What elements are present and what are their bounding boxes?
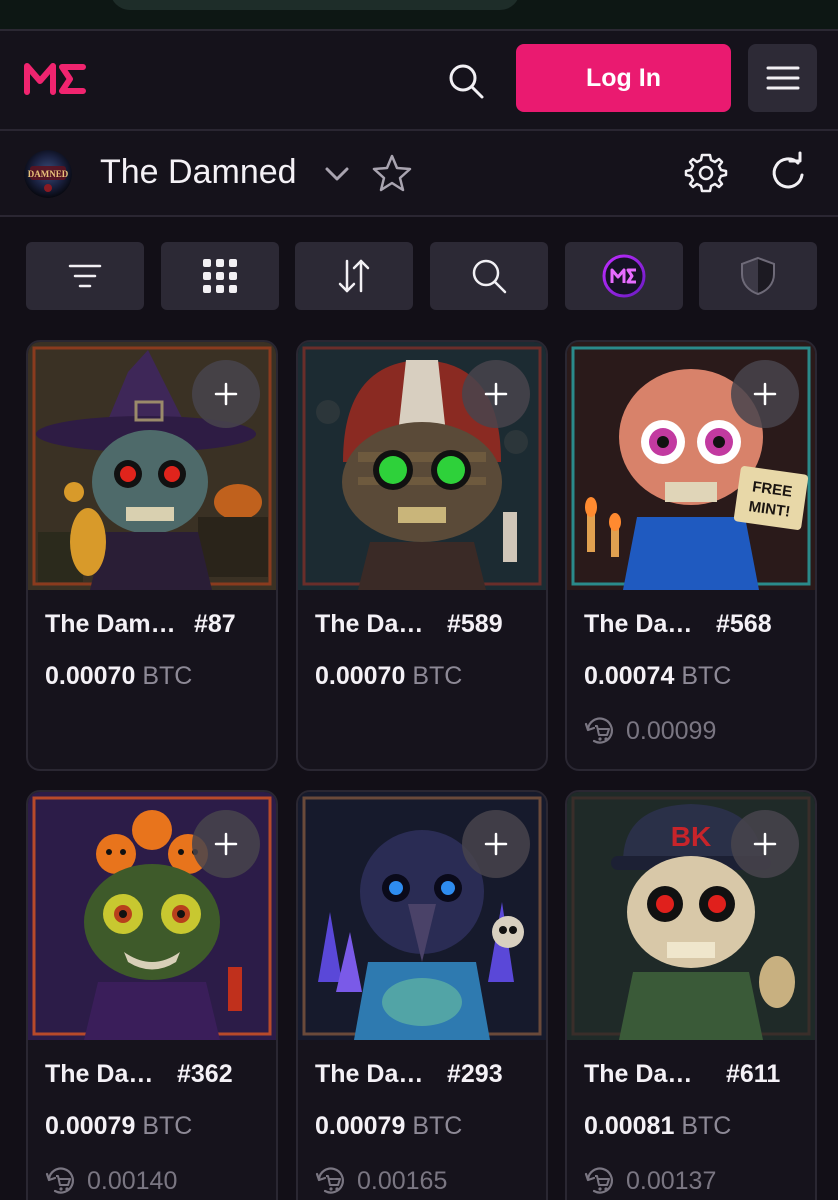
nft-price: 0.00070 BTC xyxy=(45,662,193,690)
login-button[interactable]: Log In xyxy=(516,44,731,112)
nft-card[interactable]: The Dam… #87 0.00070 BTC xyxy=(26,340,278,771)
divider xyxy=(0,215,838,217)
search-icon[interactable] xyxy=(430,242,548,310)
last-sale: 0.00140 xyxy=(45,1164,177,1198)
nft-price: 0.00081 BTC xyxy=(584,1112,732,1140)
nft-number: #611 xyxy=(726,1060,781,1088)
shield-icon[interactable] xyxy=(699,242,817,310)
add-to-cart-plus-icon[interactable] xyxy=(731,360,799,428)
nft-name: The Dam… xyxy=(45,610,176,638)
app-root: Log In DAMNED The Damned The Dam… #87 0.… xyxy=(0,0,838,1200)
refresh-icon[interactable] xyxy=(766,151,810,195)
settings-gear-icon[interactable] xyxy=(684,151,728,195)
chevron-down-icon[interactable] xyxy=(322,159,352,189)
last-sale: 0.00099 xyxy=(584,714,716,748)
header-search-icon[interactable] xyxy=(440,55,492,107)
nft-name: The Da… xyxy=(315,1060,424,1088)
last-sale: 0.00165 xyxy=(315,1164,447,1198)
nft-name: The Da… xyxy=(584,610,693,638)
nft-price: 0.00079 BTC xyxy=(315,1112,463,1140)
last-sale-cart-icon xyxy=(584,1167,613,1194)
nft-name: The Da… xyxy=(45,1060,154,1088)
add-to-cart-plus-icon[interactable] xyxy=(731,810,799,878)
hamburger-menu-icon[interactable] xyxy=(748,44,817,112)
nft-number: #87 xyxy=(194,610,236,638)
nft-number: #568 xyxy=(716,610,772,638)
add-to-cart-plus-icon[interactable] xyxy=(462,360,530,428)
svg-text:DAMNED: DAMNED xyxy=(28,169,69,179)
favorite-star-icon[interactable] xyxy=(372,153,412,193)
add-to-cart-plus-icon[interactable] xyxy=(192,360,260,428)
nft-price: 0.00079 BTC xyxy=(45,1112,193,1140)
nft-card[interactable]: BK The Da… #611 0.00081 BTC 0.00137 xyxy=(565,790,817,1200)
nft-number: #362 xyxy=(177,1060,233,1088)
add-to-cart-plus-icon[interactable] xyxy=(462,810,530,878)
nft-card[interactable]: The Da… #362 0.00079 BTC 0.00140 xyxy=(26,790,278,1200)
nft-price: 0.00074 BTC xyxy=(584,662,732,690)
magic-eden-logo[interactable] xyxy=(24,59,86,99)
nft-card[interactable]: The Da… #589 0.00070 BTC xyxy=(296,340,548,771)
collection-avatar[interactable]: DAMNED xyxy=(24,150,72,198)
nft-number: #589 xyxy=(447,610,503,638)
filter-icon[interactable] xyxy=(26,242,144,310)
nft-number: #293 xyxy=(447,1060,503,1088)
grid-view-icon[interactable] xyxy=(161,242,279,310)
last-sale-cart-icon xyxy=(315,1167,344,1194)
collection-name[interactable]: The Damned xyxy=(100,153,297,192)
nft-card[interactable]: FREE MINT! The Da… #568 0.00074 BTC 0.00… xyxy=(565,340,817,771)
address-bar-edge xyxy=(110,0,520,10)
collection-bar: DAMNED The Damned xyxy=(0,131,838,215)
last-sale-cart-icon xyxy=(584,717,613,744)
nft-card[interactable]: The Da… #293 0.00079 BTC 0.00165 xyxy=(296,790,548,1200)
nft-name: The Da… xyxy=(315,610,424,638)
last-sale: 0.00137 xyxy=(584,1164,716,1198)
browser-top-strip xyxy=(0,0,838,30)
nft-price: 0.00070 BTC xyxy=(315,662,463,690)
magic-eden-icon[interactable] xyxy=(565,242,683,310)
add-to-cart-plus-icon[interactable] xyxy=(192,810,260,878)
site-header: Log In xyxy=(0,31,838,129)
svg-text:BK: BK xyxy=(671,821,711,852)
nft-name: The Da… xyxy=(584,1060,693,1088)
last-sale-cart-icon xyxy=(45,1167,74,1194)
sort-icon[interactable] xyxy=(295,242,413,310)
